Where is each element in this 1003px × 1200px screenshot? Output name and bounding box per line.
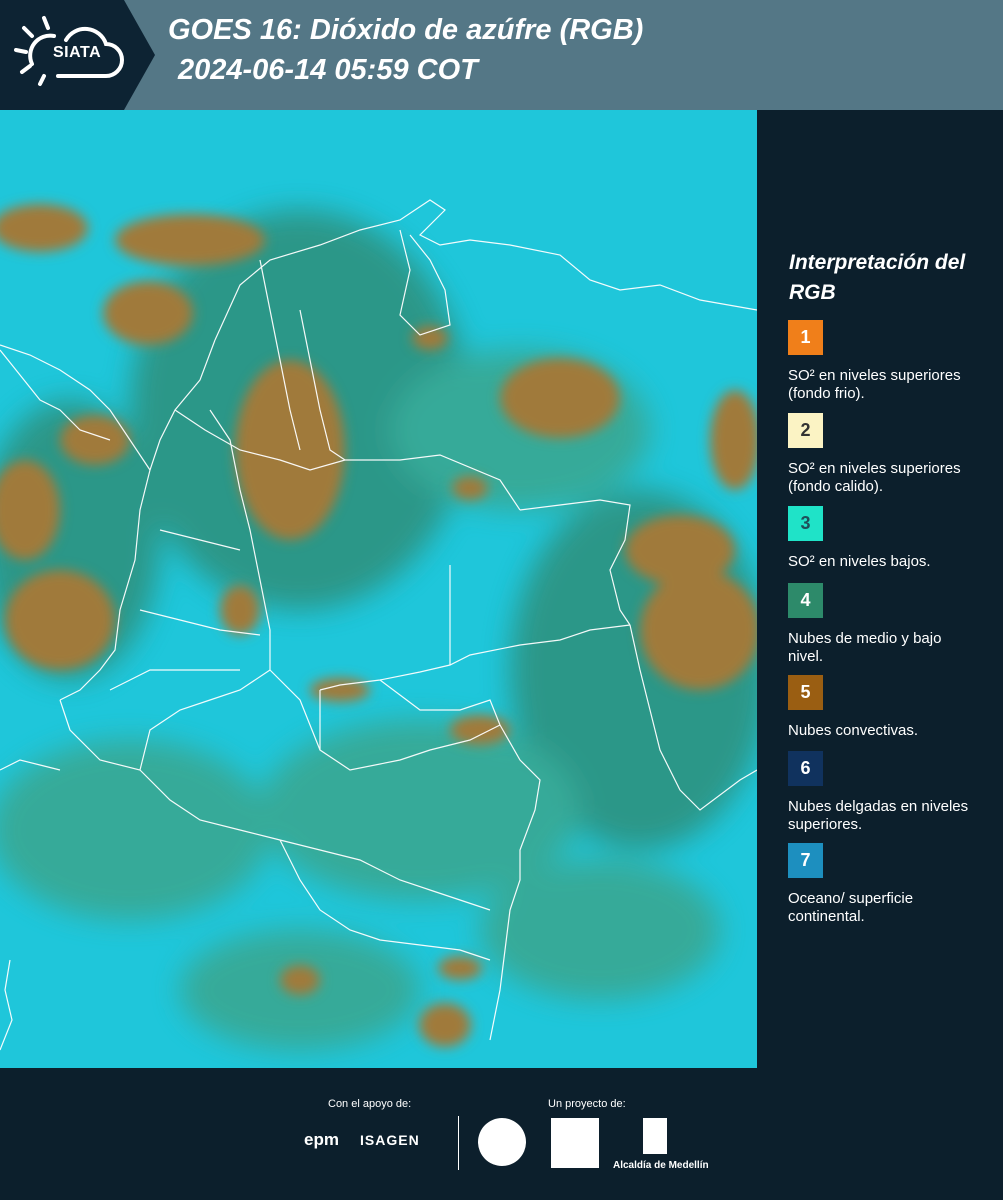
legend-title: Interpretación del RGB bbox=[789, 251, 966, 304]
legend-swatch-7: 7 bbox=[788, 843, 823, 878]
timestamp: 2024-06-14 05:59 COT bbox=[178, 54, 478, 86]
isagen-logo[interactable]: ISAGEN bbox=[360, 1132, 420, 1148]
legend-swatch-1: 1 bbox=[788, 320, 823, 355]
siata-wordmark: SIATA bbox=[53, 44, 102, 61]
legend-label-3: SO² en niveles bajos. bbox=[788, 553, 931, 570]
epm-logo[interactable]: epm bbox=[304, 1130, 339, 1150]
footer-divider bbox=[458, 1116, 459, 1170]
legend-swatch-4: 4 bbox=[788, 583, 823, 618]
legend-label-1: SO² en niveles superiores (fondo frio). bbox=[788, 367, 961, 402]
legend-swatch-2: 2 bbox=[788, 413, 823, 448]
legend-swatch-5: 5 bbox=[788, 675, 823, 710]
product-title: GOES 16: Dióxido de azúfre (RGB) bbox=[168, 14, 644, 46]
legend-label-4: Nubes de medio y bajo nivel. bbox=[788, 630, 942, 665]
legend-swatch-6: 6 bbox=[788, 751, 823, 786]
legend-label-5: Nubes convectivas. bbox=[788, 722, 919, 739]
legend-label-7: Oceano/ superficie continental. bbox=[788, 890, 914, 925]
area-metropolitana-logo[interactable] bbox=[551, 1118, 599, 1168]
legend-swatch-3: 3 bbox=[788, 506, 823, 541]
alcaldia-label: Alcaldía de Medellín bbox=[613, 1160, 709, 1171]
footer: Con el apoyo de: Un proyecto de: epm ISA… bbox=[0, 1068, 1003, 1200]
legend-label-2: SO² en niveles superiores (fondo calido)… bbox=[788, 460, 961, 495]
legend-label-6: Nubes delgadas en niveles superiores. bbox=[788, 798, 969, 833]
medellin-seal-icon[interactable] bbox=[478, 1118, 526, 1166]
support-caption: Con el apoyo de: bbox=[328, 1098, 412, 1110]
project-caption: Un proyecto de: bbox=[548, 1098, 626, 1110]
satellite-map[interactable] bbox=[0, 110, 757, 1068]
legend-panel: Interpretación del RGB 1 SO² en niveles s… bbox=[757, 110, 1003, 1068]
siata-logo[interactable]: SIATA bbox=[0, 0, 155, 110]
alcaldia-shield-icon[interactable] bbox=[643, 1118, 667, 1154]
header-bar: SIATA GOES 16: Dióxido de azúfre (RGB) 2… bbox=[0, 0, 1003, 110]
